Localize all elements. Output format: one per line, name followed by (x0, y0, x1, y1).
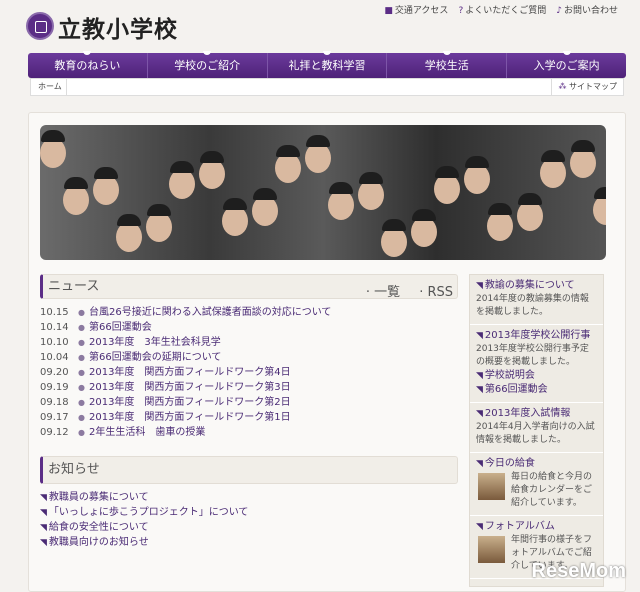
school-logo[interactable] (26, 12, 54, 40)
nav-worship[interactable]: 礼拝と教科学習 (268, 51, 388, 78)
bullet-icon: ● (78, 353, 85, 362)
news-title-link[interactable]: 2013年度 関西方面フィールドワーク第3日 (89, 382, 291, 393)
nav-admission[interactable]: 入学のご案内 (507, 51, 626, 78)
sidebar-block: ◥ 教諭の募集について 2014年度の教諭募集の情報を掲載しました。 (470, 275, 603, 325)
note-icon: ♪ (556, 6, 562, 16)
faq-link[interactable]: ? よくいただくご質問 (458, 3, 546, 16)
hero-photo (40, 125, 606, 260)
pen-icon: ◥ (476, 459, 483, 469)
thumbnail[interactable] (478, 536, 505, 563)
news-list-link[interactable]: · 一覧 (361, 281, 400, 304)
news-date: 10.15 (40, 307, 69, 318)
thumbnail[interactable] (478, 473, 505, 500)
top-links: ■ 交通アクセス ? よくいただくご質問 ♪ お問い合わせ (384, 3, 618, 16)
notices-list: ◥ 教職員の募集について ◥ 「いっしょに歩こうプロジェクト」について ◥ 給食の安全性に… (40, 490, 248, 550)
sidebar-sublink[interactable]: ◥ 学校説明会 (476, 369, 597, 383)
news-date: 09.12 (40, 427, 69, 438)
breadcrumb: ホーム ⁂ サイトマップ (30, 78, 624, 96)
pen-icon: ◥ (40, 538, 47, 548)
bullet-icon: ● (78, 383, 85, 392)
news-list: 10.15 ● 台風26号接近に関わる入試保護者面談の対応について 10.14 ● 第66… (40, 305, 331, 440)
sidebar-link[interactable]: ◥ 2013年度入試情報 (476, 407, 597, 421)
news-title-link[interactable]: 台風26号接近に関わる入試保護者面談の対応について (89, 307, 331, 318)
news-title-link[interactable]: 第66回運動会 (89, 322, 152, 333)
site-title[interactable]: 立教小学校 (58, 10, 178, 44)
news-date: 10.14 (40, 322, 69, 333)
pen-icon: ◥ (476, 371, 483, 381)
news-item[interactable]: 10.14 ● 第66回運動会 (40, 320, 331, 335)
news-title-link[interactable]: 2013年度 3年生社会科見学 (89, 337, 221, 348)
contact-link[interactable]: ♪ お問い合わせ (556, 3, 618, 16)
notice-item[interactable]: ◥ 教職員向けのお知らせ (40, 535, 248, 550)
bullet-icon: ● (78, 413, 85, 422)
sitemap-link[interactable]: ⁂ サイトマップ (551, 79, 623, 95)
sidebar-text: 2014年度の教諭募集の情報を掲載しました。 (476, 294, 589, 317)
sidebar: ◥ 教諭の募集について 2014年度の教諭募集の情報を掲載しました。 ◥ 2013年度学… (469, 274, 604, 587)
news-item[interactable]: 10.10 ● 2013年度 3年生社会科見学 (40, 335, 331, 350)
pen-icon: ◥ (40, 508, 47, 518)
notices-title: お知らせ (48, 462, 100, 477)
rss-link[interactable]: · RSS (414, 281, 453, 304)
pen-icon: ◥ (40, 523, 47, 533)
news-header: ニュース · 一覧 · RSS (40, 274, 458, 300)
sitemap-icon: ⁂ (558, 82, 567, 91)
breadcrumb-home[interactable]: ホーム (31, 79, 67, 95)
bullet-icon: ● (78, 428, 85, 437)
news-title-link[interactable]: 第66回運動会の延期について (89, 352, 221, 363)
bullet-icon: ● (78, 338, 85, 347)
sidebar-link[interactable]: ◥ 今日の給食 (476, 457, 597, 471)
news-title-link[interactable]: 2年生生活科 歯車の授業 (89, 427, 205, 438)
news-item[interactable]: 09.12 ● 2年生生活科 歯車の授業 (40, 425, 331, 440)
watermark-logo: ReseMom (531, 560, 626, 582)
question-icon: ? (458, 6, 464, 16)
news-date: 09.19 (40, 382, 69, 393)
bullet-icon: ● (78, 323, 85, 332)
sidebar-sublink[interactable]: ◥ 第66回運動会 (476, 383, 597, 397)
train-icon: ■ (384, 6, 393, 16)
news-title-link[interactable]: 2013年度 関西方面フィールドワーク第1日 (89, 412, 291, 423)
notice-item[interactable]: ◥ 「いっしょに歩こうプロジェクト」について (40, 505, 248, 520)
bullet-icon: ● (78, 368, 85, 377)
news-item[interactable]: 09.19 ● 2013年度 関西方面フィールドワーク第3日 (40, 380, 331, 395)
sidebar-link[interactable]: ◥ 2013年度学校公開行事 (476, 329, 597, 343)
pen-icon: ◥ (476, 331, 483, 341)
bullet-icon: ● (78, 308, 85, 317)
nav-school-life[interactable]: 学校生活 (387, 51, 508, 78)
news-date: 09.18 (40, 397, 69, 408)
news-item[interactable]: 10.15 ● 台風26号接近に関わる入試保護者面談の対応について (40, 305, 331, 320)
notices-header: お知らせ (40, 456, 458, 484)
news-title-link[interactable]: 2013年度 関西方面フィールドワーク第4日 (89, 367, 291, 378)
news-item[interactable]: 09.20 ● 2013年度 関西方面フィールドワーク第4日 (40, 365, 331, 380)
bullet-icon: ● (78, 398, 85, 407)
news-date: 10.04 (40, 352, 69, 363)
news-title: ニュース (48, 279, 100, 294)
pen-icon: ◥ (476, 522, 483, 532)
notice-item[interactable]: ◥ 教職員の募集について (40, 490, 248, 505)
sidebar-link[interactable]: ◥ フォトアルバム (476, 520, 597, 534)
news-date: 09.17 (40, 412, 69, 423)
nav-education[interactable]: 教育のねらい (28, 51, 148, 78)
news-date: 10.10 (40, 337, 69, 348)
pen-icon: ◥ (476, 409, 483, 419)
pen-icon: ◥ (476, 281, 483, 291)
sidebar-text: 2013年度学校公開行事予定の概要を掲載しました。 (476, 344, 589, 367)
main-nav: 教育のねらい 学校のご紹介 礼拝と教科学習 学校生活 入学のご案内 (28, 51, 626, 78)
pen-icon: ◥ (40, 493, 47, 503)
sidebar-block: ◥ 2013年度学校公開行事 2013年度学校公開行事予定の概要を掲載しました。 ◥ 学… (470, 325, 603, 403)
sidebar-link[interactable]: ◥ 教諭の募集について (476, 279, 597, 293)
pen-icon: ◥ (476, 385, 483, 395)
notice-item[interactable]: ◥ 給食の安全性について (40, 520, 248, 535)
news-item[interactable]: 10.04 ● 第66回運動会の延期について (40, 350, 331, 365)
news-title-link[interactable]: 2013年度 関西方面フィールドワーク第2日 (89, 397, 291, 408)
sidebar-text: 2014年4月入学者向けの入試情報を掲載しました。 (476, 422, 595, 445)
nav-about[interactable]: 学校のご紹介 (148, 51, 268, 78)
news-item[interactable]: 09.17 ● 2013年度 関西方面フィールドワーク第1日 (40, 410, 331, 425)
sidebar-block: ◥ 2013年度入試情報 2014年4月入学者向けの入試情報を掲載しました。 (470, 403, 603, 453)
news-date: 09.20 (40, 367, 69, 378)
sidebar-block: ◥ 今日の給食 毎日の給食と今月の給食カレンダーをご紹介しています。 (470, 453, 603, 516)
news-item[interactable]: 09.18 ● 2013年度 関西方面フィールドワーク第2日 (40, 395, 331, 410)
access-link[interactable]: ■ 交通アクセス (384, 3, 448, 16)
